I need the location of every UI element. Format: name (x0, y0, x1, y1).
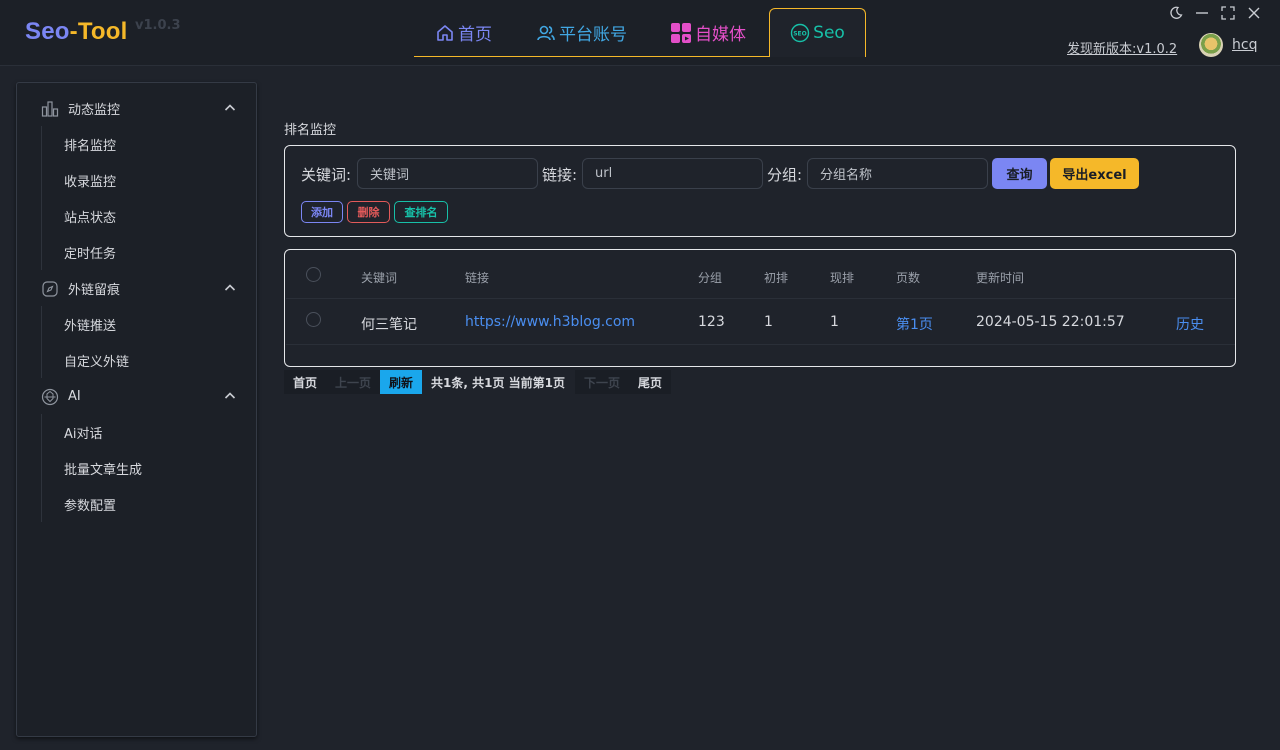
apps-icon (671, 22, 691, 43)
username-link[interactable]: hcq (1232, 37, 1257, 53)
last-page-button[interactable]: 尾页 (629, 370, 672, 394)
cell-link[interactable]: https://www.h3blog.com (465, 314, 635, 330)
cell-current-rank: 1 (830, 314, 839, 330)
sidebar-item-param-config[interactable]: 参数配置 (64, 486, 116, 522)
svg-text:SEO: SEO (793, 31, 807, 38)
moon-icon[interactable] (1168, 5, 1184, 21)
add-button[interactable]: 添加 (301, 201, 343, 223)
update-version-link[interactable]: 发现新版本:v1.0.2 (1067, 38, 1177, 57)
header-initial-rank: 初排 (764, 271, 789, 285)
app-version: v1.0.3 (135, 18, 181, 33)
sidebar-group-ai[interactable]: AI (17, 378, 256, 414)
cell-group: 123 (698, 314, 725, 330)
refresh-button[interactable]: 刷新 (380, 370, 423, 394)
sidebar-item-index-monitor[interactable]: 收录监控 (64, 162, 116, 198)
cell-updated-time: 2024-05-15 22:01:57 (976, 314, 1125, 330)
row-select-radio[interactable] (306, 312, 321, 327)
close-icon[interactable] (1246, 5, 1262, 21)
sidebar-tree-line (41, 414, 42, 522)
check-rank-button[interactable]: 查排名 (394, 201, 448, 223)
users-icon (537, 25, 555, 40)
cell-keyword: 何三笔记 (361, 317, 417, 333)
tab-media-label: 自媒体 (695, 25, 746, 45)
chevron-up-icon (224, 284, 236, 291)
chevron-up-icon (224, 392, 236, 399)
filter-panel: 关键词: 关键词 链接: url 分组: 分组名称 查询 导出excel 添加 … (284, 145, 1236, 237)
sidebar-tree-line (41, 306, 42, 378)
url-input[interactable]: url (582, 158, 763, 189)
prev-page-button[interactable]: 上一页 (326, 370, 381, 394)
sidebar-item-custom-backlink[interactable]: 自定义外链 (64, 342, 129, 378)
tab-seo-label: Seo (813, 23, 845, 43)
header-divider (286, 298, 1235, 299)
sidebar-item-scheduled-tasks[interactable]: 定时任务 (64, 234, 116, 270)
sidebar-group-label: 外链留痕 (68, 282, 121, 298)
cell-initial-rank: 1 (764, 314, 773, 330)
tab-platform-accounts[interactable]: 平台账号 (536, 8, 627, 57)
sidebar-tree-line (41, 126, 42, 270)
next-page-button[interactable]: 下一页 (575, 370, 630, 394)
fullscreen-icon[interactable] (1220, 5, 1236, 21)
first-page-button[interactable]: 首页 (284, 370, 327, 394)
sidebar-item-site-status[interactable]: 站点状态 (64, 198, 116, 234)
select-all-radio[interactable] (306, 267, 321, 282)
pagination: 首页 上一页 刷新 共1条, 共1页 当前第1页 下一页 尾页 (284, 370, 672, 394)
sidebar-group-label: AI (68, 388, 81, 404)
keyword-label: 关键词: (301, 166, 352, 184)
tab-home[interactable]: 首页 (435, 8, 492, 57)
group-label: 分组: (767, 166, 803, 184)
tab-self-media[interactable]: 自媒体 (670, 8, 746, 57)
seo-icon: SEO (790, 23, 810, 43)
ai-icon (41, 388, 59, 406)
delete-button[interactable]: 删除 (347, 201, 390, 223)
group-input[interactable]: 分组名称 (807, 158, 988, 189)
tab-platform-label: 平台账号 (559, 25, 627, 45)
top-bar: Seo-Tool v1.0.3 首页 平台账号 自媒体 SEO Seo 发现新版… (0, 0, 1280, 66)
link-label: 链接: (542, 166, 578, 184)
compass-icon (42, 281, 58, 297)
window-controls (1168, 5, 1262, 21)
sidebar-item-batch-article[interactable]: 批量文章生成 (64, 450, 142, 486)
header-link: 链接 (465, 271, 490, 285)
sidebar-group-dynamic-monitor[interactable]: 动态监控 (17, 90, 256, 126)
page-info: 共1条, 共1页 当前第1页 (431, 375, 566, 390)
main-tabs: 首页 平台账号 自媒体 SEO Seo (414, 8, 866, 58)
home-icon (437, 24, 453, 41)
chevron-up-icon (224, 104, 236, 111)
keyword-input[interactable]: 关键词 (357, 158, 538, 189)
sidebar-group-backlinks[interactable]: 外链留痕 (17, 270, 256, 306)
sidebar-item-backlink-push[interactable]: 外链推送 (64, 306, 116, 342)
sidebar-item-rank-monitor[interactable]: 排名监控 (64, 126, 116, 162)
header-current-rank: 现排 (830, 271, 855, 285)
rank-table: 关键词 链接 分组 初排 现排 页数 更新时间 何三笔记 https://www… (284, 249, 1236, 367)
header-page: 页数 (896, 271, 921, 285)
sidebar-group-label: 动态监控 (68, 102, 121, 118)
history-link[interactable]: 历史 (1176, 314, 1204, 334)
tab-seo[interactable]: SEO Seo (769, 8, 866, 57)
page-title: 排名监控 (284, 123, 337, 138)
query-button[interactable]: 查询 (992, 158, 1047, 189)
brand-dash-text: - (69, 18, 78, 45)
header-updated-time: 更新时间 (976, 271, 1025, 285)
sidebar-item-ai-chat[interactable]: Ai对话 (64, 414, 103, 450)
minimize-icon[interactable] (1194, 5, 1210, 21)
header-group: 分组 (698, 271, 723, 285)
tab-home-label: 首页 (458, 25, 492, 45)
chart-icon (41, 101, 59, 117)
avatar[interactable] (1199, 33, 1223, 57)
export-excel-button[interactable]: 导出excel (1050, 158, 1139, 189)
header-keyword: 关键词 (361, 271, 398, 285)
row-divider (286, 344, 1235, 345)
brand-seo-text: Seo (25, 18, 70, 45)
sidebar: 动态监控 排名监控 收录监控 站点状态 定时任务 外链留痕 外链推送 自定义外链… (16, 82, 257, 737)
app-logo: Seo-Tool (25, 18, 128, 46)
cell-page[interactable]: 第1页 (896, 314, 933, 334)
brand-tool-text: Tool (77, 18, 128, 45)
